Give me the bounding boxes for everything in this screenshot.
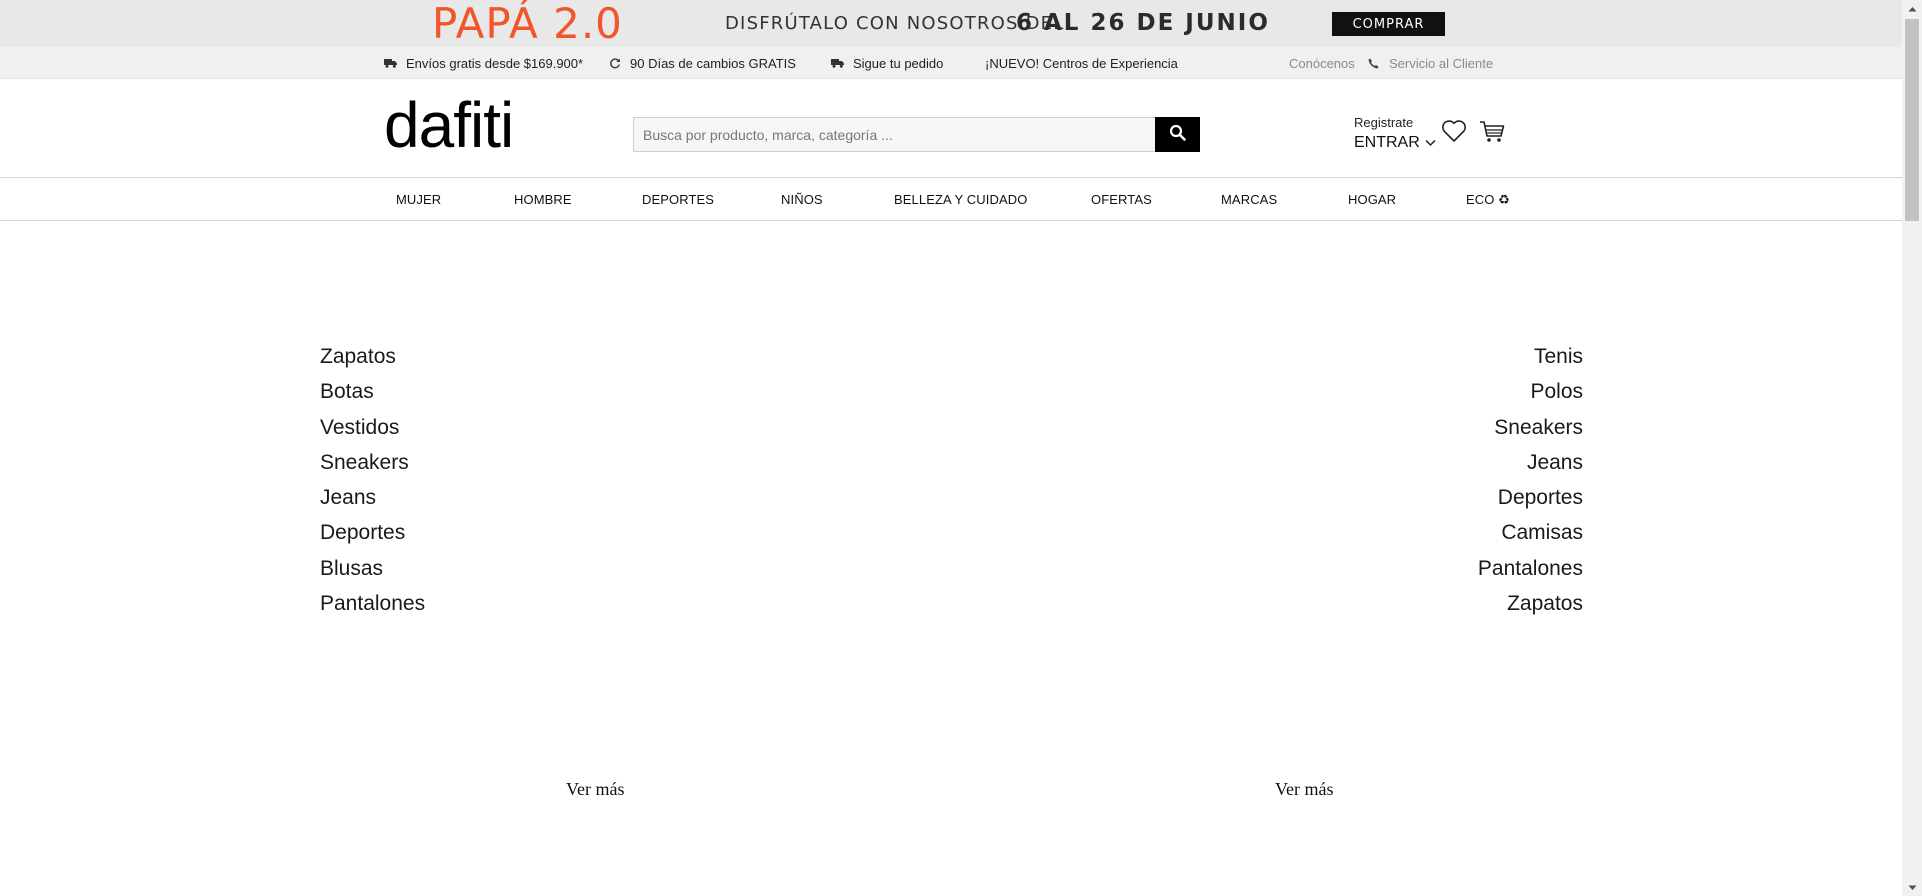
cart-button[interactable]	[1478, 117, 1506, 145]
experience-centers-link[interactable]: ¡NUEVO! Centros de Experiencia	[985, 47, 1178, 79]
promo-subtitle: DISFRÚTALO CON NOSOTROS DEL	[725, 13, 1065, 34]
free-shipping-text: Envíos gratis desde $169.900*	[406, 55, 584, 71]
scroll-down-arrow-icon[interactable]	[1902, 879, 1922, 896]
category-link[interactable]: Pantalones	[320, 586, 425, 621]
track-order-text: Sigue tu pedido	[853, 55, 944, 71]
main-nav: MUJER HOMBRE DEPORTES NIÑOS BELLEZA Y CU…	[0, 178, 1902, 221]
nav-item-eco[interactable]: ECO ♻	[1466, 178, 1510, 221]
info-bar: Envíos gratis desde $169.900* 90 Días de…	[0, 47, 1902, 79]
category-link[interactable]: Deportes	[320, 515, 425, 550]
see-more-left-link[interactable]: Ver más	[566, 779, 624, 800]
experience-centers-text: ¡NUEVO! Centros de Experiencia	[985, 55, 1178, 71]
search-button[interactable]	[1155, 117, 1200, 152]
heart-icon	[1440, 120, 1468, 149]
refresh-icon	[608, 57, 621, 70]
dafiti-logo[interactable]: dafiti	[384, 93, 514, 157]
category-link[interactable]: Camisas	[1478, 515, 1583, 550]
customer-service-link[interactable]: Servicio al Cliente	[1367, 47, 1493, 79]
women-category-list: Zapatos Botas Vestidos Sneakers Jeans De…	[320, 339, 425, 621]
login-label: ENTRAR	[1354, 134, 1420, 151]
category-link[interactable]: Blusas	[320, 551, 425, 586]
returns-link[interactable]: 90 Días de cambios GRATIS	[608, 47, 796, 79]
nav-item-ofertas[interactable]: OFERTAS	[1091, 178, 1152, 221]
category-link[interactable]: Tenis	[1478, 339, 1583, 374]
customer-service-text: Servicio al Cliente	[1389, 55, 1494, 71]
category-link[interactable]: Deportes	[1478, 480, 1583, 515]
nav-item-mujer[interactable]: MUJER	[396, 178, 441, 221]
category-link[interactable]: Polos	[1478, 374, 1583, 409]
category-link[interactable]: Sneakers	[320, 445, 425, 480]
search-icon	[1169, 124, 1186, 146]
category-link[interactable]: Zapatos	[1478, 586, 1583, 621]
about-link[interactable]: Conócenos	[1289, 47, 1355, 79]
cart-icon	[1478, 121, 1506, 149]
register-link[interactable]: Registrate	[1354, 115, 1436, 131]
page-scrollbar[interactable]	[1902, 0, 1922, 896]
nav-item-ninos[interactable]: NIÑOS	[781, 178, 823, 221]
returns-text: 90 Días de cambios GRATIS	[630, 55, 796, 71]
category-link[interactable]: Pantalones	[1478, 551, 1583, 586]
search-input[interactable]	[633, 117, 1156, 152]
category-link[interactable]: Zapatos	[320, 339, 425, 374]
category-link[interactable]: Botas	[320, 374, 425, 409]
promo-dates: 6 AL 26 DE JUNIO	[1016, 10, 1270, 36]
truck-icon	[831, 57, 844, 70]
see-more-right-link[interactable]: Ver más	[1275, 779, 1333, 800]
wishlist-button[interactable]	[1440, 117, 1468, 145]
nav-item-deportes[interactable]: DEPORTES	[642, 178, 714, 221]
about-text: Conócenos	[1289, 55, 1355, 71]
truck-icon	[384, 57, 397, 70]
track-order-link[interactable]: Sigue tu pedido	[831, 47, 943, 79]
login-button[interactable]: ENTRAR	[1354, 133, 1436, 153]
category-link[interactable]: Jeans	[320, 480, 425, 515]
category-link[interactable]: Vestidos	[320, 410, 425, 445]
promo-title: PAPÁ 2.0	[432, 0, 623, 48]
nav-item-hogar[interactable]: HOGAR	[1348, 178, 1396, 221]
category-link[interactable]: Jeans	[1478, 445, 1583, 480]
men-category-list: Tenis Polos Sneakers Jeans Deportes Cami…	[1478, 339, 1583, 621]
category-link[interactable]: Sneakers	[1478, 410, 1583, 445]
scroll-thumb[interactable]	[1905, 19, 1919, 221]
nav-item-belleza[interactable]: BELLEZA Y CUIDADO	[894, 178, 1027, 221]
account-menu[interactable]: Registrate ENTRAR	[1354, 115, 1436, 153]
chevron-down-icon	[1425, 133, 1436, 153]
site-header: dafiti Registrate ENTRAR	[0, 79, 1902, 178]
phone-icon	[1367, 57, 1380, 70]
promo-banner[interactable]: PAPÁ 2.0 DISFRÚTALO CON NOSOTROS DEL 6 A…	[0, 0, 1902, 47]
scroll-up-arrow-icon[interactable]	[1902, 0, 1922, 17]
nav-item-hombre[interactable]: HOMBRE	[514, 178, 572, 221]
free-shipping-link[interactable]: Envíos gratis desde $169.900*	[384, 47, 583, 79]
nav-item-marcas[interactable]: MARCAS	[1221, 178, 1277, 221]
promo-buy-button[interactable]: COMPRAR	[1332, 12, 1445, 36]
